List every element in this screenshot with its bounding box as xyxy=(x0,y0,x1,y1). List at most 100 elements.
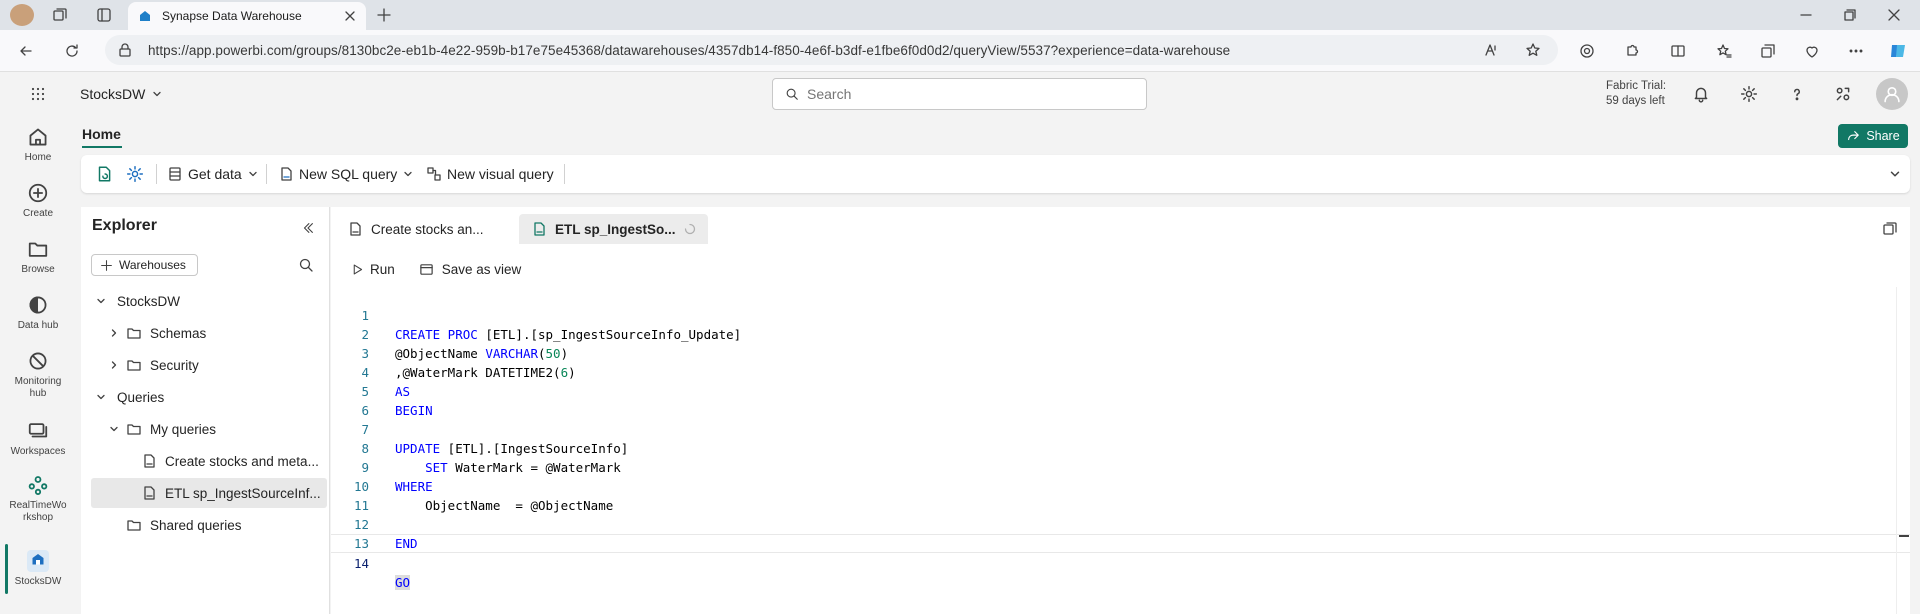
refresh-document-icon[interactable] xyxy=(95,165,113,183)
editor-scrollbar[interactable] xyxy=(1896,287,1910,614)
rail-label-workspaces: Workspaces xyxy=(10,446,66,457)
chevron-down-icon xyxy=(249,171,257,177)
puzzle-extensions-icon[interactable] xyxy=(1624,43,1640,59)
rail-item-stocksdw[interactable]: StocksDW xyxy=(0,550,76,588)
split-screen-icon[interactable] xyxy=(1670,43,1686,59)
trial-days-left: 59 days left xyxy=(1606,95,1665,107)
new-tab-icon[interactable] xyxy=(376,7,392,23)
lock-icon[interactable] xyxy=(117,42,133,58)
code-editor[interactable]: 1 CREATE PROC [ETL].[sp_IngestSourceInfo… xyxy=(331,287,1910,614)
tab-list-icon[interactable] xyxy=(1882,221,1898,237)
code-line: 2 @ObjectName VARCHAR(50) xyxy=(331,306,1910,361)
profile-avatar-icon[interactable] xyxy=(10,4,34,26)
get-data-label: Get data xyxy=(188,166,242,182)
code-line: 8 SET WaterMark = @WaterMark xyxy=(331,420,1910,475)
minimize-icon[interactable] xyxy=(1798,7,1814,23)
help-icon[interactable] xyxy=(1788,85,1806,103)
line-number: 14 xyxy=(353,556,369,571)
copilot-icon[interactable] xyxy=(1888,41,1908,61)
home-icon xyxy=(29,128,47,146)
person-icon xyxy=(1884,86,1900,103)
share-button[interactable]: Share xyxy=(1838,124,1908,148)
tab-actions-icon[interactable] xyxy=(96,7,112,23)
url-text: https://app.powerbi.com/groups/8130bc2e-… xyxy=(148,42,1231,58)
code-line: 5 BEGIN xyxy=(331,363,1910,418)
warehouse-icon xyxy=(32,554,44,565)
sql-file-icon xyxy=(534,222,545,236)
rail-item-home[interactable]: Home xyxy=(0,126,76,164)
tree-item-query-etl-selected[interactable]: ETL sp_IngestSourceInf... xyxy=(91,478,327,508)
tree-item-schemas[interactable]: Schemas xyxy=(81,318,329,348)
rail-item-browse[interactable]: Browse xyxy=(0,238,76,276)
favorite-star-icon[interactable] xyxy=(1525,42,1541,58)
workspace-selector[interactable]: StocksDW xyxy=(80,86,163,102)
collections-toolbar-icon[interactable] xyxy=(1760,43,1776,59)
browser-tab-active[interactable]: Synapse Data Warehouse xyxy=(128,2,366,30)
rail-item-monitoring-hub[interactable]: Monitoring hub xyxy=(0,350,76,400)
rail-item-workspaces[interactable]: Workspaces xyxy=(0,420,76,458)
tab-home[interactable]: Home xyxy=(82,126,121,142)
folder-icon xyxy=(127,328,141,339)
settings-gear-icon[interactable] xyxy=(1740,85,1758,103)
collections-icon[interactable] xyxy=(52,7,68,23)
add-warehouses-button[interactable]: Warehouses xyxy=(91,254,198,276)
ribbon-toolbar: Get data New SQL query New visual query xyxy=(81,155,1910,193)
tree-item-security[interactable]: Security xyxy=(81,350,329,380)
feedback-share-icon[interactable] xyxy=(1834,85,1852,103)
more-options-icon[interactable] xyxy=(1848,43,1864,59)
folder-browse-icon xyxy=(28,242,48,257)
search-icon[interactable] xyxy=(298,257,314,273)
browser-tab-title: Synapse Data Warehouse xyxy=(162,9,302,23)
app-launcher-icon[interactable] xyxy=(30,86,46,102)
global-search[interactable] xyxy=(772,78,1147,110)
query-tab-create-stocks[interactable]: Create stocks an... xyxy=(335,214,496,244)
browser-tab-strip: Synapse Data Warehouse xyxy=(0,0,1920,30)
settings-icon[interactable] xyxy=(126,165,144,183)
read-aloud-icon[interactable] xyxy=(1483,42,1499,58)
toolbar-divider xyxy=(266,164,267,184)
save-as-view-button[interactable]: Save as view xyxy=(419,261,522,277)
code-keyword: GO xyxy=(395,575,411,590)
new-visual-query-label: New visual query xyxy=(447,166,554,182)
get-data-button[interactable]: Get data xyxy=(167,163,259,185)
close-tab-icon[interactable] xyxy=(344,10,356,22)
tree-item-query-create-stocks[interactable]: Create stocks and meta... xyxy=(81,446,329,476)
code-line: 11 xyxy=(331,477,1910,513)
tree-item-queries[interactable]: Queries xyxy=(81,382,329,412)
database-icon xyxy=(169,167,181,181)
save-as-view-label: Save as view xyxy=(441,261,522,277)
monitoring-icon xyxy=(29,352,47,370)
new-visual-query-button[interactable]: New visual query xyxy=(426,163,554,185)
collapse-pane-icon[interactable] xyxy=(301,221,315,235)
notifications-bell-icon[interactable] xyxy=(1692,85,1710,103)
refresh-icon[interactable] xyxy=(64,43,80,59)
account-avatar[interactable] xyxy=(1876,78,1908,110)
code-line: 9 WHERE xyxy=(331,439,1910,494)
url-field[interactable]: https://app.powerbi.com/groups/8130bc2e-… xyxy=(105,35,1558,65)
restore-icon[interactable] xyxy=(1842,7,1858,23)
trial-status[interactable]: Fabric Trial: 59 days left xyxy=(1606,79,1666,109)
rail-item-create[interactable]: Create xyxy=(0,182,76,220)
favorites-icon[interactable] xyxy=(1716,43,1732,59)
play-icon xyxy=(353,264,363,274)
tree-item-shared-queries[interactable]: Shared queries xyxy=(81,510,329,540)
plus-icon xyxy=(101,259,112,271)
rail-item-realtimeworkshop[interactable]: RealTimeWo rkshop xyxy=(0,474,76,524)
extension-icon[interactable] xyxy=(1579,43,1595,59)
close-window-icon[interactable] xyxy=(1886,7,1902,23)
tree-label-query2: ETL sp_IngestSourceInf... xyxy=(165,485,321,501)
folder-icon xyxy=(127,520,141,531)
new-sql-query-button[interactable]: New SQL query xyxy=(278,163,414,185)
collapse-ribbon-chevron-icon[interactable] xyxy=(1888,167,1902,181)
code-line-current: 14 GO xyxy=(331,534,1910,590)
search-input[interactable] xyxy=(807,86,1127,102)
run-button[interactable]: Run xyxy=(351,262,395,277)
query-tab-etl-active[interactable]: ETL sp_IngestSo... xyxy=(519,214,708,244)
browser-essentials-icon[interactable] xyxy=(1804,43,1820,59)
visual-query-icon xyxy=(427,167,441,181)
app-header: StocksDW Fabric Trial: 59 days left xyxy=(0,72,1920,118)
tree-item-my-queries[interactable]: My queries xyxy=(81,414,329,444)
tree-item-stocksdw[interactable]: StocksDW xyxy=(81,286,329,316)
rail-item-data-hub[interactable]: Data hub xyxy=(0,294,76,332)
back-icon[interactable] xyxy=(18,43,34,59)
